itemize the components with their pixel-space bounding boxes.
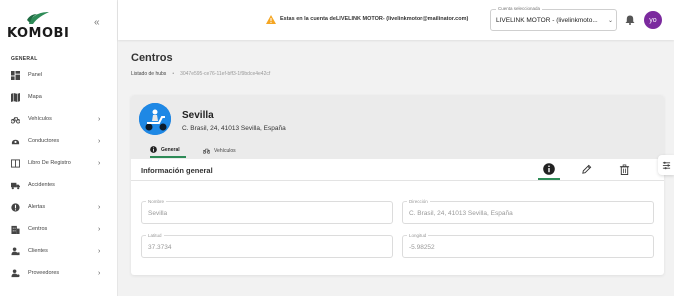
tab-general[interactable]: General (150, 143, 186, 158)
warning-icon (266, 15, 276, 24)
section-divider (131, 180, 664, 181)
dashboard-icon (11, 70, 20, 80)
field-value: C. Brasil, 24, 41013 Sevilla, España (409, 210, 513, 217)
breadcrumb-separator: • (172, 71, 175, 77)
collapse-sidebar-icon[interactable]: « (94, 17, 100, 28)
sidebar-item-label: Panel (28, 72, 43, 78)
page-title: Centros (131, 52, 173, 64)
field-value: 37.3734 (148, 244, 172, 251)
client-icon (11, 246, 20, 256)
info-icon (150, 146, 157, 153)
logo-text: KOMOBI (7, 26, 70, 41)
tab-label: Vehículos (214, 147, 236, 154)
chevron-right-icon: › (98, 247, 101, 255)
sidebar: KOMOBI « GENERAL Panel Mapa Vehículos › … (0, 0, 118, 296)
chevron-right-icon: › (98, 115, 101, 123)
delete-button[interactable] (618, 163, 630, 175)
bicycle-icon (203, 148, 210, 154)
breadcrumb-parent[interactable]: Listado de hubs (131, 71, 166, 77)
breadcrumb: Listado de hubs • 3047e595-ce76-11ef-bff3-… (131, 71, 270, 77)
sidebar-item-label: Libro De Registro (28, 160, 71, 166)
info-icon (543, 163, 555, 175)
center-header: Sevilla C. Brasil, 24, 41013 Sevilla, Es… (131, 95, 664, 159)
user-avatar[interactable]: yo (644, 11, 662, 29)
chevron-right-icon: › (98, 203, 101, 211)
sidebar-item-panel[interactable]: Panel (0, 65, 118, 85)
pencil-icon (581, 164, 591, 174)
chevron-right-icon: › (98, 137, 101, 145)
sidebar-item-clientes[interactable]: Clientes › (0, 241, 118, 261)
center-detail-card: Sevilla C. Brasil, 24, 41013 Sevilla, Es… (131, 95, 664, 275)
sidebar-item-centros[interactable]: Centros › (0, 219, 118, 239)
tab-label: General (161, 146, 180, 153)
sidebar-item-label: Conductores (28, 138, 60, 144)
sidebar-item-conductores[interactable]: Conductores › (0, 131, 118, 151)
field-legend: Dirección (407, 199, 430, 204)
direccion-field[interactable]: Dirección C. Brasil, 24, 41013 Sevilla, … (402, 199, 654, 224)
account-select-legend: Cuenta seleccionada (496, 6, 543, 11)
account-warning-text: Estas en la cuenta deLIVELINK MOTOR- (li… (280, 16, 469, 22)
account-select[interactable]: Cuenta seleccionada LIVELINK MOTOR - (li… (490, 6, 617, 31)
sidebar-item-label: Alertas (28, 204, 46, 210)
building-icon (11, 225, 20, 234)
supplier-icon (11, 268, 20, 278)
sidebar-item-label: Accidentes (28, 182, 55, 188)
book-icon (11, 158, 20, 168)
alert-icon (11, 202, 20, 212)
komobi-logo[interactable]: KOMOBI (7, 10, 70, 41)
sidebar-item-libro-de-registro[interactable]: Libro De Registro › (0, 153, 118, 173)
map-icon (11, 92, 20, 102)
trash-icon (619, 164, 629, 175)
bicycle-icon (11, 115, 20, 124)
field-legend: Latitud (146, 233, 164, 238)
sidebar-section-label: GENERAL (11, 56, 38, 62)
sidebar-item-label: Proveedores (28, 270, 60, 276)
center-address: C. Brasil, 24, 41013 Sevilla, España (182, 125, 286, 132)
chevron-right-icon: › (98, 159, 101, 167)
center-name: Sevilla (182, 110, 214, 121)
field-value: -5.98252 (409, 244, 435, 251)
sidebar-item-label: Clientes (28, 248, 48, 254)
field-value: Sevilla (148, 210, 168, 217)
komobi-leaf-logo-icon (27, 12, 49, 24)
latitud-field[interactable]: Latitud 37.3734 (141, 233, 393, 258)
bell-icon[interactable] (625, 15, 635, 25)
sidebar-item-label: Vehículos (28, 116, 52, 122)
sliders-icon (662, 161, 670, 169)
field-legend: Nombre (146, 199, 167, 204)
center-avatar (139, 103, 171, 135)
account-select-value: LIVELINK MOTOR - (livelinkmoto... (496, 17, 598, 24)
nombre-field[interactable]: Nombre Sevilla (141, 199, 393, 224)
breadcrumb-current: 3047e595-ce76-11ef-bff3-1f9bdce4e42cf (180, 71, 271, 77)
field-legend: Longitud (407, 233, 429, 238)
sidebar-item-mapa[interactable]: Mapa (0, 87, 118, 107)
sidebar-item-accidentes[interactable]: Accidentes (0, 175, 118, 195)
scooter-rider-icon (139, 103, 171, 135)
sidebar-item-label: Centros (28, 226, 48, 232)
chevron-right-icon: › (98, 225, 101, 233)
filter-settings-button[interactable] (658, 155, 674, 175)
sidebar-item-vehiculos[interactable]: Vehículos › (0, 109, 118, 129)
sidebar-item-label: Mapa (28, 94, 42, 100)
edit-button[interactable] (580, 163, 592, 175)
chevron-right-icon: › (98, 269, 101, 277)
sidebar-item-alertas[interactable]: Alertas › (0, 197, 118, 217)
longitud-field[interactable]: Longitud -5.98252 (402, 233, 654, 258)
sidebar-item-proveedores[interactable]: Proveedores › (0, 263, 118, 283)
tab-vehiculos[interactable]: Vehículos (203, 143, 236, 158)
chevron-down-icon: ⌄ (608, 18, 614, 24)
section-title: Información general (141, 166, 213, 175)
top-bar: Estas en la cuenta deLIVELINK MOTOR- (li… (118, 0, 674, 40)
drivers-icon (11, 137, 20, 146)
truck-icon (11, 181, 20, 190)
info-button[interactable] (543, 163, 555, 175)
